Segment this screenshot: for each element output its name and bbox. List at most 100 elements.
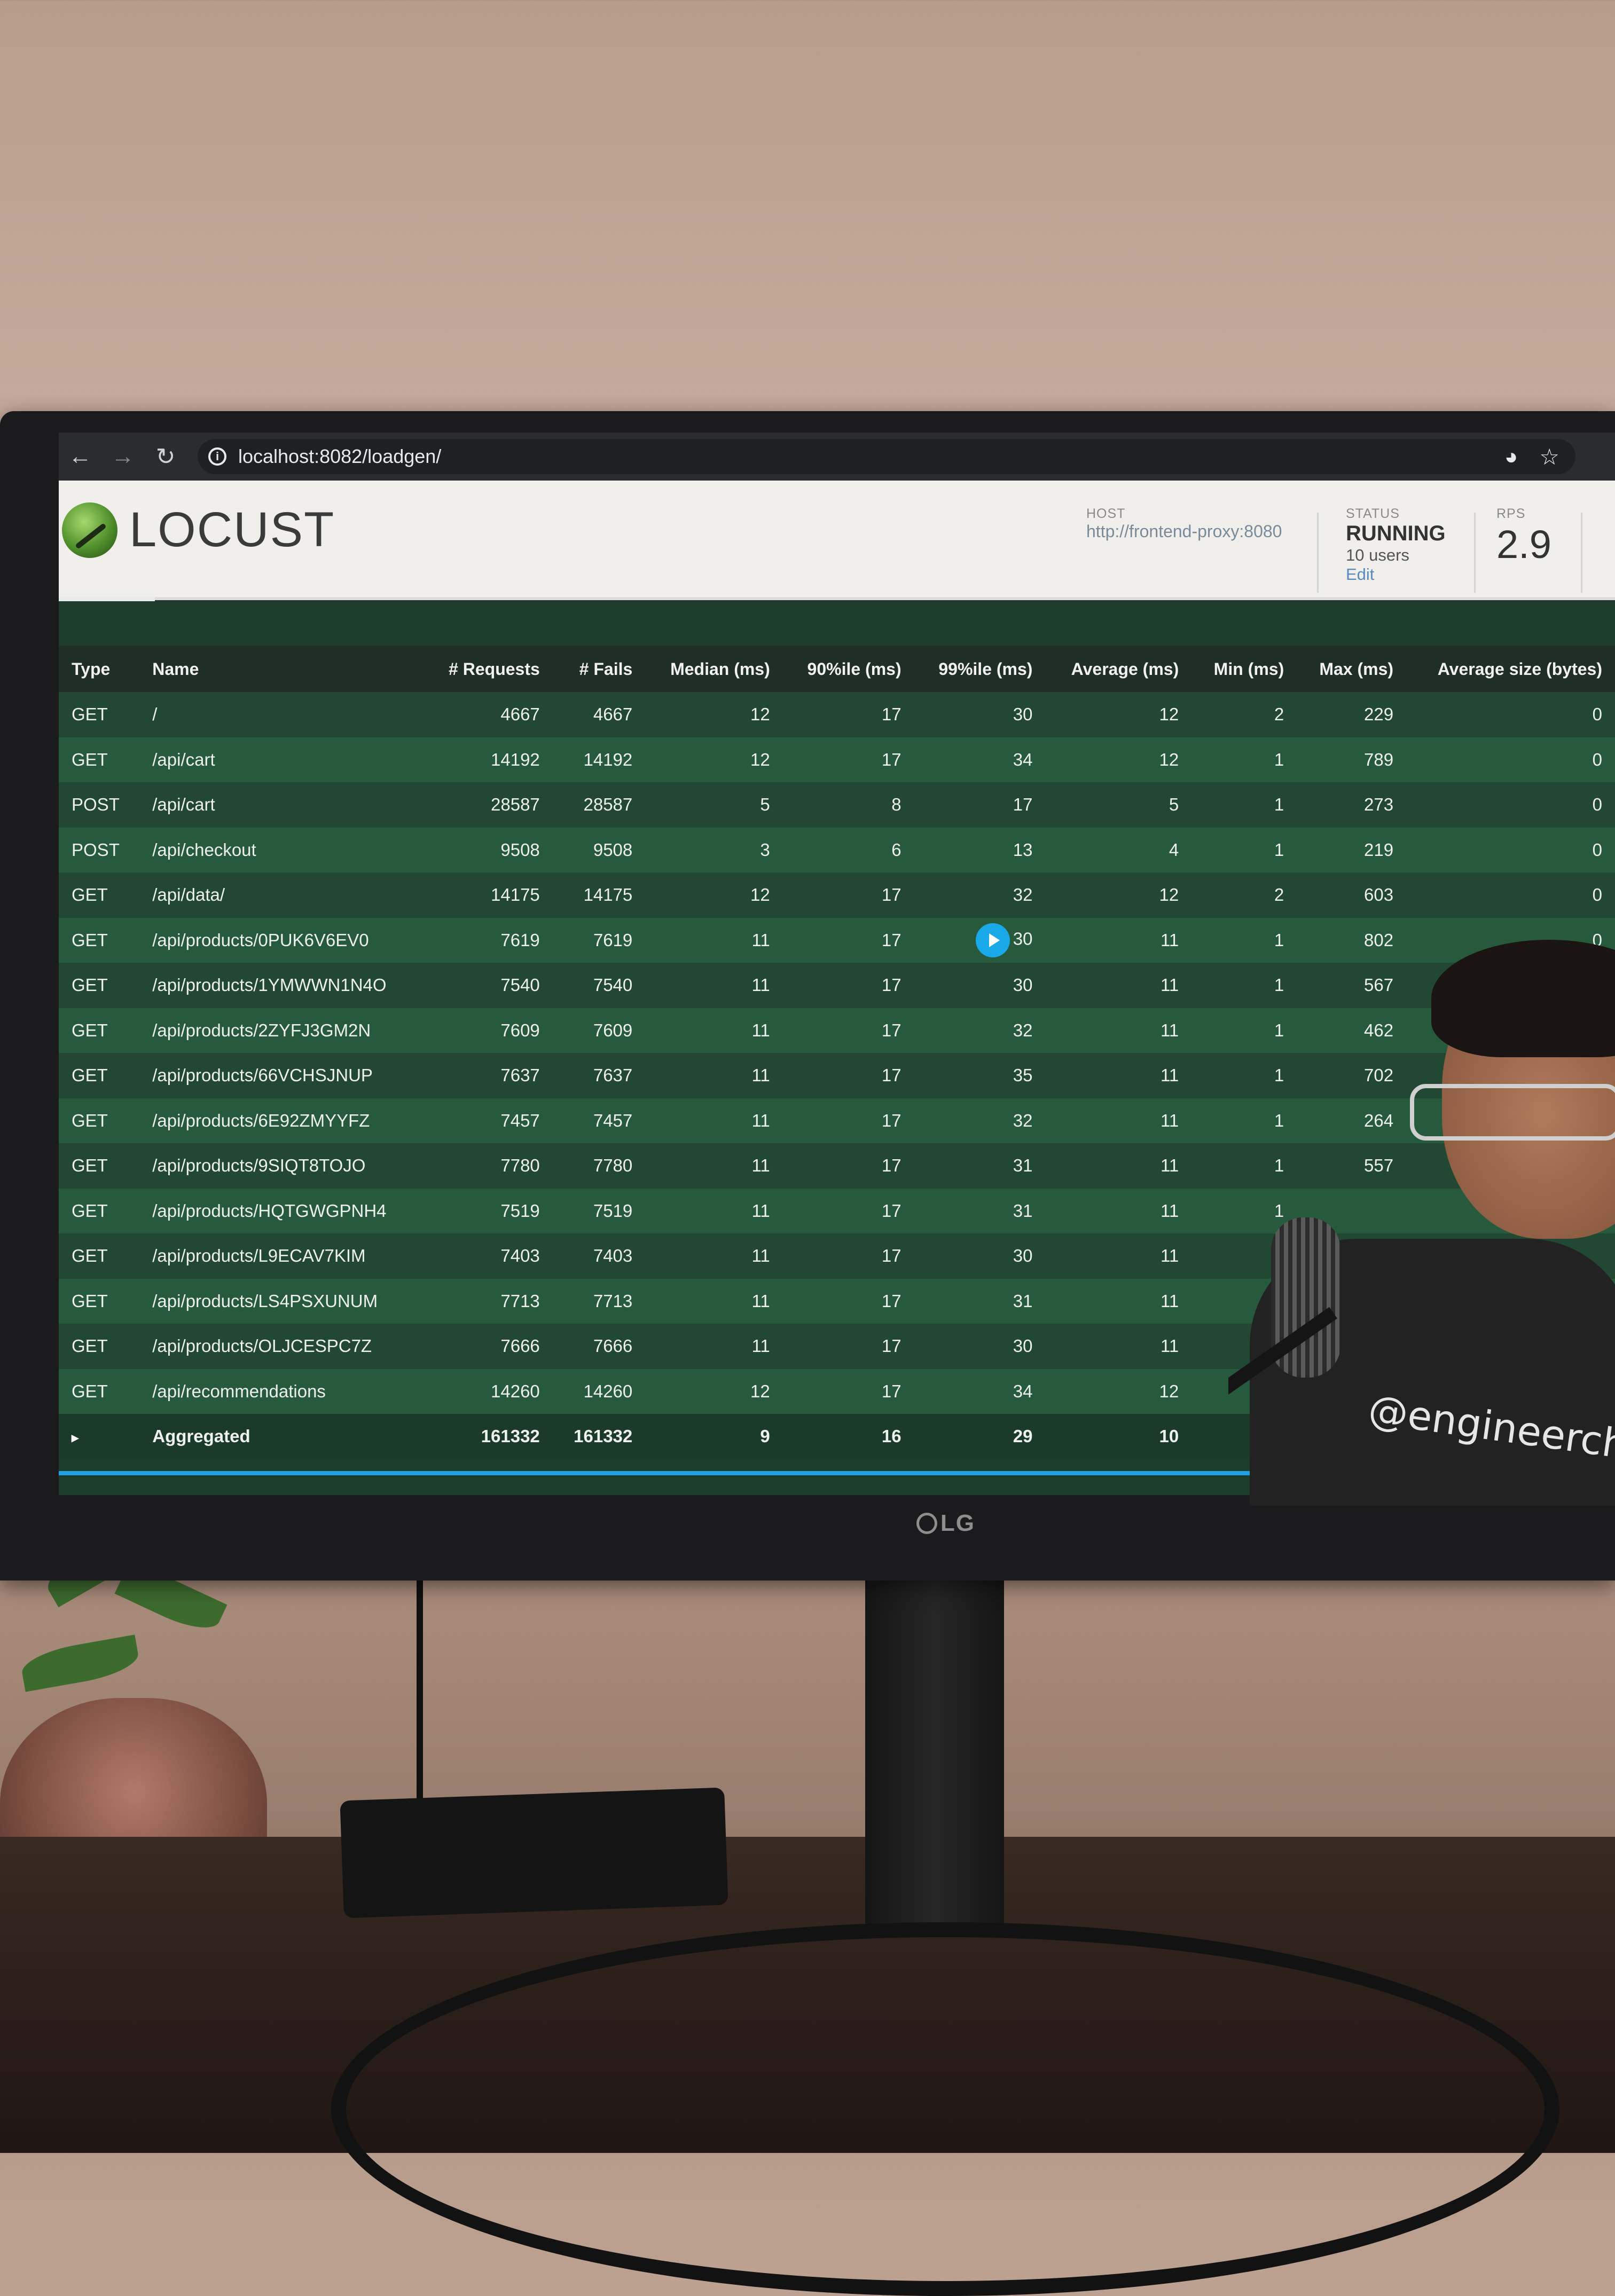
- table-cell: 14175: [552, 872, 646, 918]
- tab-indicator: [59, 597, 155, 601]
- site-info-icon[interactable]: i: [208, 447, 226, 466]
- forward-icon[interactable]: →: [101, 433, 144, 481]
- url-text: localhost:8082/loadgen/: [238, 445, 442, 467]
- table-cell: /api/cart: [139, 782, 425, 828]
- table-cell: 11: [645, 1143, 783, 1189]
- column-header[interactable]: # Requests: [424, 646, 553, 692]
- table-cell: 1: [1191, 782, 1297, 828]
- table-cell: 11: [1045, 1188, 1192, 1233]
- table-cell: /api/recommendations: [139, 1369, 425, 1414]
- table-cell: 17: [782, 1324, 914, 1369]
- table-cell: 32: [914, 1008, 1046, 1053]
- locust-header: LOCUST HOST http://frontend-proxy:8080 S…: [59, 481, 1615, 600]
- column-header[interactable]: Max (ms): [1297, 646, 1407, 692]
- table-cell: 17: [914, 782, 1046, 828]
- table-cell: 29: [914, 1414, 1046, 1459]
- table-cell: 7713: [424, 1278, 553, 1324]
- status-stat: STATUS RUNNING 10 users Edit: [1346, 506, 1446, 584]
- table-cell: /api/products/2ZYFJ3GM2N: [139, 1008, 425, 1053]
- table-cell: 14175: [424, 872, 553, 918]
- table-cell: 11: [1045, 1324, 1192, 1369]
- table-cell: GET: [59, 1233, 140, 1279]
- table-cell: 12: [1045, 1369, 1192, 1414]
- table-cell: 11: [645, 1008, 783, 1053]
- table-cell: /api/products/6E92ZMYYFZ: [139, 1098, 425, 1143]
- table-cell: 12: [1045, 872, 1192, 918]
- table-cell: 4: [1045, 827, 1192, 872]
- table-cell: GET: [59, 1278, 140, 1324]
- expand-caret-icon[interactable]: ▸: [72, 1429, 79, 1445]
- status-value: RUNNING: [1346, 522, 1446, 545]
- webcam-overlay: @engineerchirag: [1228, 940, 1615, 1506]
- column-header[interactable]: Median (ms): [645, 646, 783, 692]
- table-cell: 0: [1406, 827, 1615, 872]
- table-cell: 12: [645, 692, 783, 737]
- monitor-brand-logo: LG: [916, 1508, 975, 1538]
- column-header[interactable]: Average (ms): [1045, 646, 1192, 692]
- table-cell: 14192: [424, 737, 553, 782]
- monitor-stand: [865, 1559, 1004, 1933]
- table-header-row: Type Name # Requests # Fails Median (ms) 90%i…: [59, 646, 1615, 692]
- header-divider: [1581, 513, 1582, 593]
- status-label: STATUS: [1346, 506, 1400, 521]
- play-icon[interactable]: [975, 923, 1010, 957]
- rps-label: RPS: [1496, 506, 1526, 521]
- table-cell: /api/products/HQTGWGPNH4: [139, 1188, 425, 1233]
- table-cell: 11: [645, 1324, 783, 1369]
- table-cell: 13: [914, 827, 1046, 872]
- address-actions: ◕ ☆: [1504, 444, 1559, 470]
- table-cell: 7457: [552, 1098, 646, 1143]
- table-cell: 1: [1191, 827, 1297, 872]
- table-cell: 17: [782, 737, 914, 782]
- host-value: http://frontend-proxy:8080: [1086, 522, 1282, 541]
- address-bar[interactable]: i localhost:8082/loadgen/ ◕ ☆: [198, 439, 1575, 474]
- table-cell: /api/products/1YMWWN1N4O: [139, 963, 425, 1008]
- table-cell: 12: [645, 872, 783, 918]
- power-adapter: [340, 1787, 728, 1918]
- table-cell: 12: [645, 737, 783, 782]
- rps-value: 2.9: [1496, 522, 1551, 567]
- table-cell: 0: [1406, 737, 1615, 782]
- table-cell: 229: [1297, 692, 1407, 737]
- column-header[interactable]: Type: [59, 646, 140, 692]
- table-cell: 7666: [552, 1324, 646, 1369]
- table-cell: /: [139, 692, 425, 737]
- edit-users-link[interactable]: Edit: [1346, 565, 1446, 584]
- table-cell: Aggregated: [139, 1414, 425, 1459]
- table-cell: 7713: [552, 1278, 646, 1324]
- column-header[interactable]: # Fails: [552, 646, 646, 692]
- column-header[interactable]: 90%ile (ms): [782, 646, 914, 692]
- column-header[interactable]: 99%ile (ms): [914, 646, 1046, 692]
- table-cell: 7619: [424, 917, 553, 963]
- table-cell: 11: [645, 1278, 783, 1324]
- column-header[interactable]: Name: [139, 646, 425, 692]
- table-cell: 4667: [552, 692, 646, 737]
- table-cell: POST: [59, 827, 140, 872]
- table-cell: /api/checkout: [139, 827, 425, 872]
- table-cell: GET: [59, 1008, 140, 1053]
- table-cell: 7637: [424, 1053, 553, 1098]
- table-cell: 31: [914, 1278, 1046, 1324]
- table-cell: 603: [1297, 872, 1407, 918]
- locust-logo[interactable]: LOCUST: [62, 502, 335, 558]
- table-cell: GET: [59, 963, 140, 1008]
- bookmark-star-icon[interactable]: ☆: [1539, 444, 1559, 470]
- table-cell: 17: [782, 917, 914, 963]
- table-cell: 4667: [424, 692, 553, 737]
- table-cell: 34: [914, 737, 1046, 782]
- performance-icon[interactable]: ◕: [1504, 444, 1518, 470]
- reload-icon[interactable]: ↻: [144, 433, 187, 481]
- back-icon[interactable]: ←: [59, 433, 101, 481]
- table-cell: /api/products/0PUK6V6EV0: [139, 917, 425, 963]
- table-cell: 273: [1297, 782, 1407, 828]
- table-cell: 0: [1406, 692, 1615, 737]
- table-cell: 11: [1045, 1053, 1192, 1098]
- table-cell: 0: [1406, 782, 1615, 828]
- column-header[interactable]: Average size (bytes): [1406, 646, 1615, 692]
- table-cell: 7519: [424, 1188, 553, 1233]
- table-cell: /api/products/9SIQT8TOJO: [139, 1143, 425, 1189]
- table-cell: 28587: [424, 782, 553, 828]
- column-header[interactable]: Min (ms): [1191, 646, 1297, 692]
- table-cell: 35: [914, 1053, 1046, 1098]
- table-cell: 32: [914, 872, 1046, 918]
